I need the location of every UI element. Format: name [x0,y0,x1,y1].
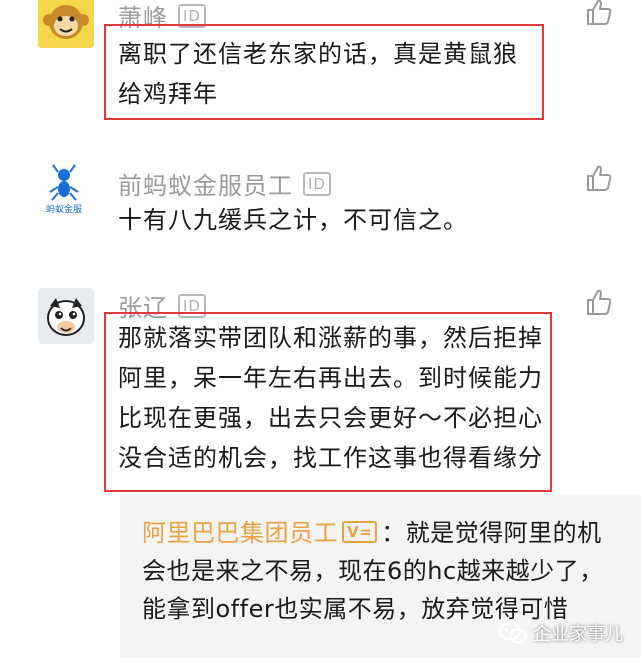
verified-badge: V= [342,521,378,543]
comment-username[interactable]: 前蚂蚁金服员工 ID [118,166,331,201]
comment-text: 十有八九缓兵之计，不可信之。 [118,206,468,234]
comment-item: 萧峰 ID 离职了还信老东家的话，真是黄鼠狼给鸡拜年 [0,0,641,140]
username-text: 前蚂蚁金服员工 [118,172,293,200]
watermark-text: 企业家事儿 [533,624,623,645]
comment-text: 那就落实带团队和涨薪的事，然后拒掉阿里，呆一年左右再出去。到时候能力比现在更强，… [118,324,543,472]
reply-separator: ： [381,519,406,547]
monkey-avatar-icon[interactable] [38,0,94,48]
ant-logo-caption: 蚂蚁金服 [45,205,82,215]
comment-item: 张辽 ID 那就落实带团队和涨薪的事，然后拒掉阿里，呆一年左右再出去。到时候能力… [0,282,641,658]
watermark: 企业家事儿 [499,620,623,646]
comment-thread: 萧峰 ID 离职了还信老东家的话，真是黄鼠狼给鸡拜年 蚂蚁金服 前蚂蚁金服员工 [0,0,641,658]
reply-author[interactable]: 阿里巴巴集团员工 [142,519,338,547]
thumbs-up-icon[interactable] [585,164,613,192]
thumbs-up-icon[interactable] [585,0,613,26]
cartoon-cow-avatar-icon[interactable] [38,288,94,344]
wechat-icon [499,622,527,644]
comment-text: 离职了还信老东家的话，真是黄鼠狼给鸡拜年 [118,40,518,108]
comment-item: 蚂蚁金服 前蚂蚁金服员工 ID 十有八九缓兵之计，不可信之。 [0,148,641,248]
thumbs-up-icon[interactable] [585,288,613,316]
id-badge: ID [303,171,331,196]
ant-financial-logo-icon[interactable]: 蚂蚁金服 [40,162,88,218]
